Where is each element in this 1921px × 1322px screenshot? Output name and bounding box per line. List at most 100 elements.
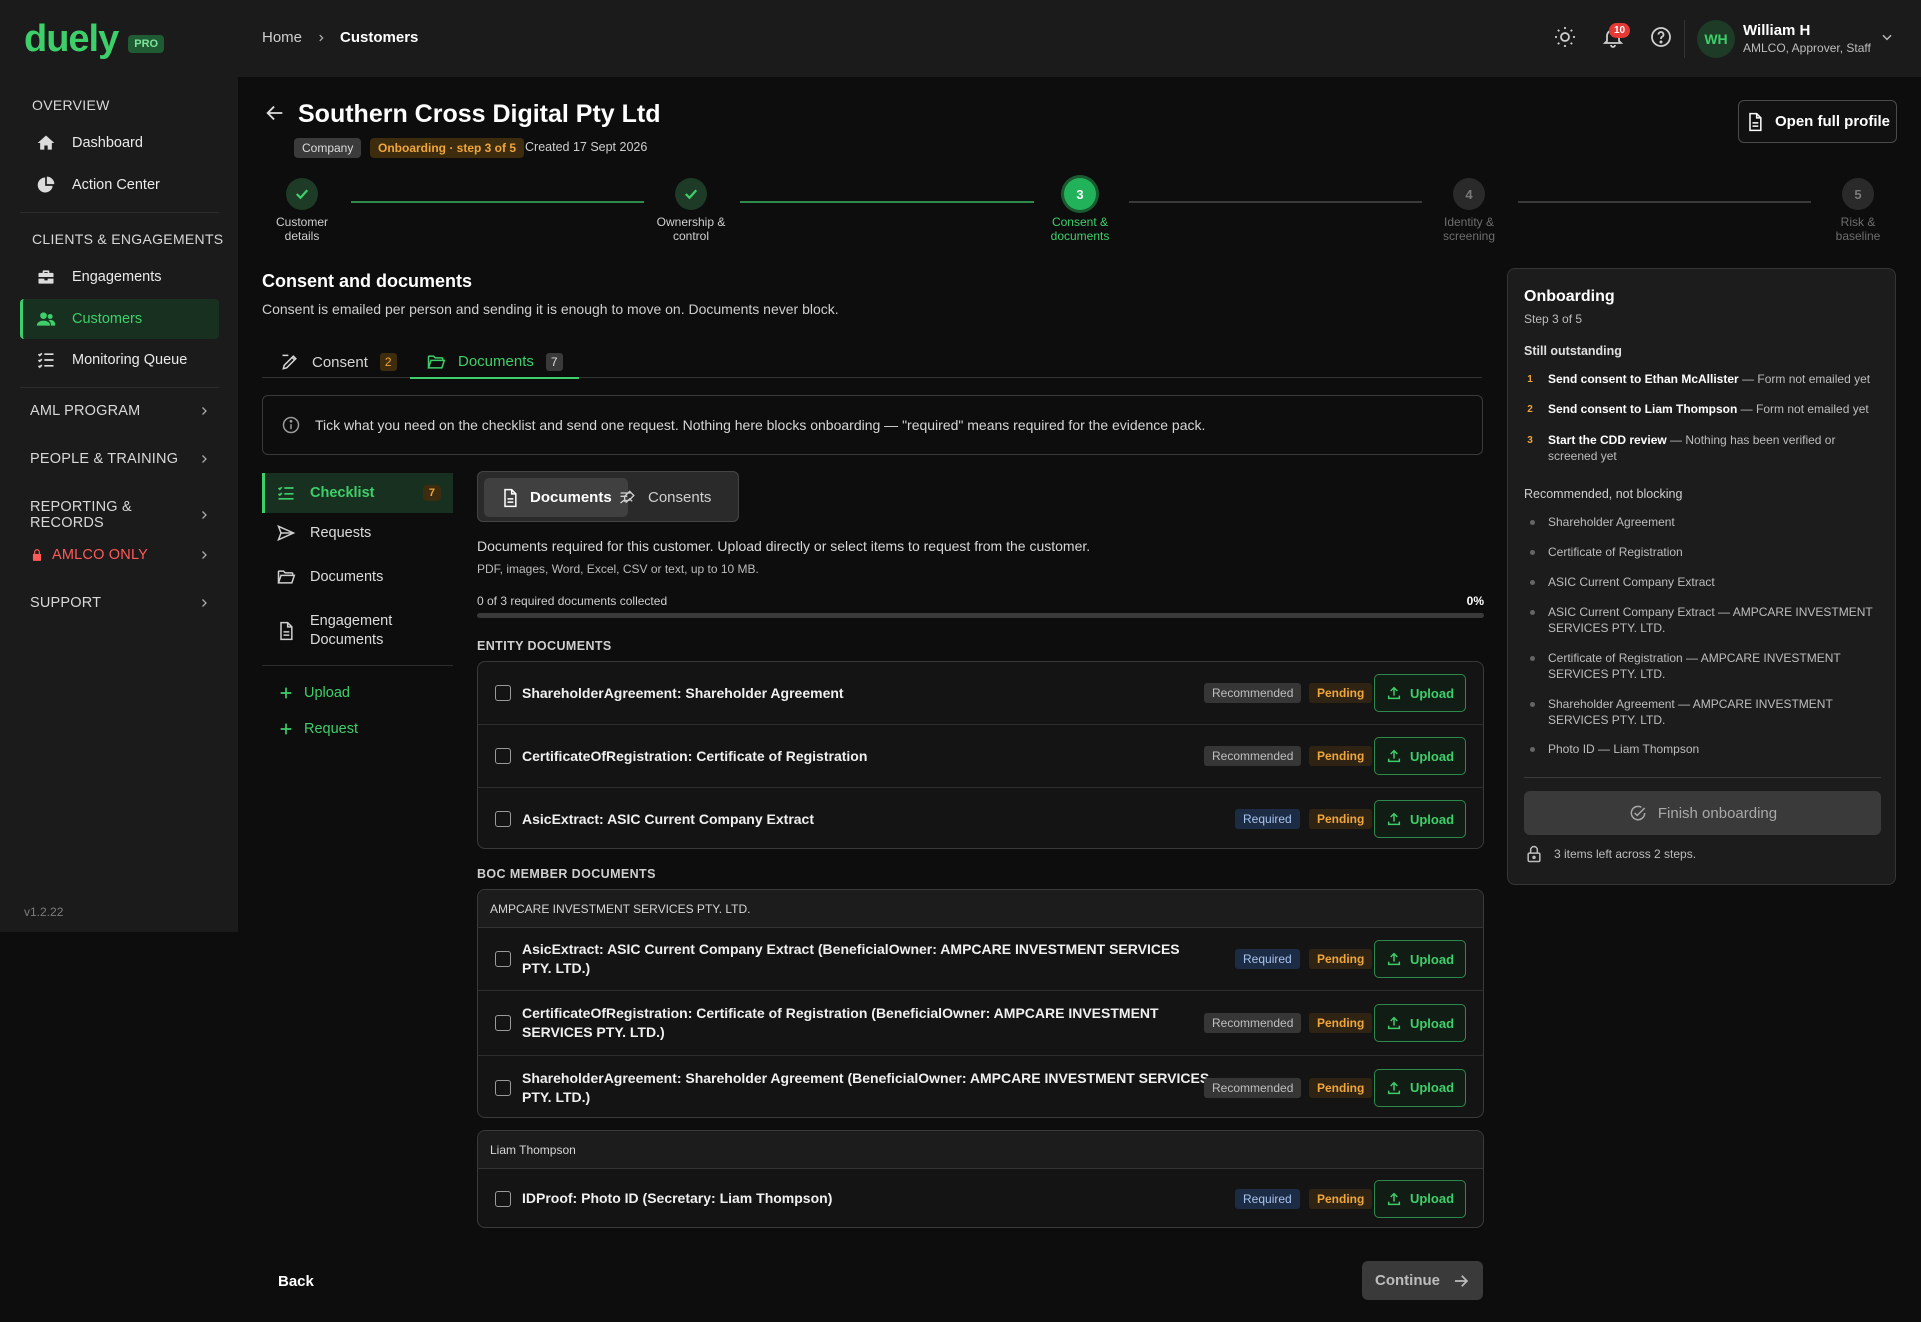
boc-member-card: Liam Thompson IDProof: Photo ID (Secreta… <box>477 1130 1484 1228</box>
document-icon <box>500 488 520 508</box>
subnav-label: Checklist <box>310 485 375 501</box>
progress-percent: 0% <box>1466 594 1484 608</box>
breadcrumb-current: Customers <box>340 29 419 46</box>
row-checkbox[interactable] <box>495 811 511 827</box>
sidebar-item-action-center[interactable]: Action Center <box>20 165 219 205</box>
outstanding-text: Start the CDD review — Nothing has been … <box>1548 432 1854 464</box>
outstanding-item[interactable]: 1 Send consent to Ethan McAllister — For… <box>1524 371 1884 388</box>
upload-button[interactable]: Upload <box>1374 737 1466 775</box>
step-label-line: Risk & <box>1840 215 1876 229</box>
sun-icon[interactable] <box>1553 25 1577 49</box>
sidebar-group-people-training[interactable]: PEOPLE & TRAINING <box>30 451 210 467</box>
step-2-circle[interactable] <box>675 178 707 210</box>
continue-label: Continue <box>1375 1272 1440 1289</box>
subnav-label: Documents <box>310 569 384 585</box>
pending-badge: Pending <box>1309 1013 1373 1033</box>
sidebar-group-label: PEOPLE & TRAINING <box>30 451 179 467</box>
sidebar-group-label: REPORTING & RECORDS <box>30 499 132 531</box>
finish-onboarding-button[interactable]: Finish onboarding <box>1524 791 1881 835</box>
chevron-down-icon[interactable] <box>1880 30 1894 44</box>
step-label-line: screening <box>1442 229 1496 243</box>
recommended-item: Photo ID — Liam Thompson <box>1530 741 1880 757</box>
pending-badge: Pending <box>1309 1188 1373 1209</box>
request-action[interactable]: Request <box>278 721 358 737</box>
checklist-count-badge: 7 <box>422 485 441 501</box>
step-1-circle[interactable] <box>286 178 318 210</box>
avatar[interactable]: WH <box>1697 20 1735 58</box>
arrow-right-icon <box>1452 1272 1470 1290</box>
sidebar-item-customers[interactable]: Customers <box>20 299 219 339</box>
upload-button[interactable]: Upload <box>1374 1068 1466 1107</box>
subnav-documents[interactable]: Documents <box>262 567 453 587</box>
required-badge: Required <box>1235 1188 1300 1209</box>
sidebar-group-support[interactable]: SUPPORT <box>30 595 210 611</box>
sidebar-group-amlco-only[interactable]: AMLCO ONLY <box>30 547 210 563</box>
step-1-label: Customer details <box>247 215 357 243</box>
upload-icon <box>1386 748 1402 764</box>
tab-documents[interactable]: Documents 7 <box>410 346 579 379</box>
recommended-text: ASIC Current Company Extract <box>1548 575 1715 589</box>
document-label: ShareholderAgreement: Shareholder Agreem… <box>522 684 844 701</box>
document-label: AsicExtract: ASIC Current Company Extrac… <box>522 810 815 827</box>
upload-button[interactable]: Upload <box>1374 1179 1466 1218</box>
step-3-circle[interactable]: 3 <box>1064 178 1096 210</box>
row-checkbox[interactable] <box>495 748 511 764</box>
user-name[interactable]: William H <box>1743 22 1810 39</box>
page-title: Southern Cross Digital Pty Ltd <box>298 100 661 128</box>
chevron-right-icon <box>198 597 210 609</box>
row-checkbox[interactable] <box>495 951 511 967</box>
check-icon <box>682 185 700 203</box>
sidebar-group-reporting-records[interactable]: REPORTING & RECORDS <box>30 499 210 531</box>
step-4-circle[interactable]: 4 <box>1453 178 1485 210</box>
segment-consents[interactable]: Consents <box>602 478 727 517</box>
upload-button[interactable]: Upload <box>1374 674 1466 712</box>
list-check-icon <box>36 350 56 370</box>
step-2-label: Ownership & control <box>636 215 746 243</box>
subnav-checklist[interactable]: Checklist 7 <box>262 473 453 513</box>
step-label-line: control <box>672 229 710 243</box>
recommended-item: Certificate of Registration <box>1530 544 1880 560</box>
row-checkbox[interactable] <box>495 1190 511 1207</box>
documents-consents-toggle: Documents Consents <box>477 471 739 522</box>
sidebar-item-label: Monitoring Queue <box>72 352 188 368</box>
nav-section-clients: CLIENTS & ENGAGEMENTS <box>32 231 224 247</box>
logo[interactable]: duely PRO <box>24 18 165 61</box>
panel-step: Step 3 of 5 <box>1524 312 1583 326</box>
upload-button[interactable]: Upload <box>1374 940 1466 978</box>
boc-member-name: AMPCARE INVESTMENT SERVICES PTY. LTD. <box>478 890 1483 928</box>
step-5-circle[interactable]: 5 <box>1842 178 1874 210</box>
sidebar-group-aml-program[interactable]: AML PROGRAM <box>30 403 210 419</box>
sidebar-item-engagements[interactable]: Engagements <box>20 257 219 297</box>
pending-badge: Pending <box>1309 1077 1373 1098</box>
upload-action[interactable]: Upload <box>278 685 350 701</box>
subnav-engagement-documents[interactable]: Engagement Documents <box>262 611 453 651</box>
back-button[interactable]: Back <box>278 1273 314 1290</box>
outstanding-detail: — Form not emailed yet <box>1737 402 1869 416</box>
outstanding-item[interactable]: 2 Send consent to Liam Thompson — Form n… <box>1524 401 1884 418</box>
row-checkbox[interactable] <box>495 1079 511 1096</box>
recommended-badge: Recommended <box>1204 746 1302 766</box>
continue-button[interactable]: Continue <box>1362 1261 1483 1300</box>
upload-button[interactable]: Upload <box>1374 800 1466 838</box>
open-full-profile-button[interactable]: Open full profile <box>1738 100 1897 143</box>
upload-label: Upload <box>1409 685 1455 701</box>
outstanding-detail: — Form not emailed yet <box>1738 372 1871 386</box>
upload-button[interactable]: Upload <box>1374 1004 1466 1042</box>
breadcrumb-home[interactable]: Home <box>262 29 302 46</box>
back-arrow-icon[interactable] <box>264 102 286 124</box>
tab-consent[interactable]: Consent 2 <box>280 346 397 378</box>
sidebar-item-monitoring-queue[interactable]: Monitoring Queue <box>20 340 219 380</box>
row-checkbox[interactable] <box>495 1015 511 1031</box>
row-checkbox[interactable] <box>495 685 511 701</box>
outstanding-item[interactable]: 3 Start the CDD review — Nothing has bee… <box>1524 432 1854 464</box>
subnav-requests[interactable]: Requests <box>262 523 453 543</box>
sidebar-item-dashboard[interactable]: Dashboard <box>20 123 219 163</box>
section-subtitle: Consent is emailed per person and sendin… <box>262 301 839 317</box>
info-icon <box>281 415 301 435</box>
upload-icon <box>1386 1080 1402 1096</box>
upload-action-label: Upload <box>304 685 350 701</box>
step-5-label: Risk & baseline <box>1803 215 1913 243</box>
recommended-item: Shareholder Agreement <box>1530 514 1880 530</box>
recommended-text: Shareholder Agreement — AMPCARE INVESTME… <box>1548 697 1833 727</box>
help-icon[interactable] <box>1649 25 1673 49</box>
